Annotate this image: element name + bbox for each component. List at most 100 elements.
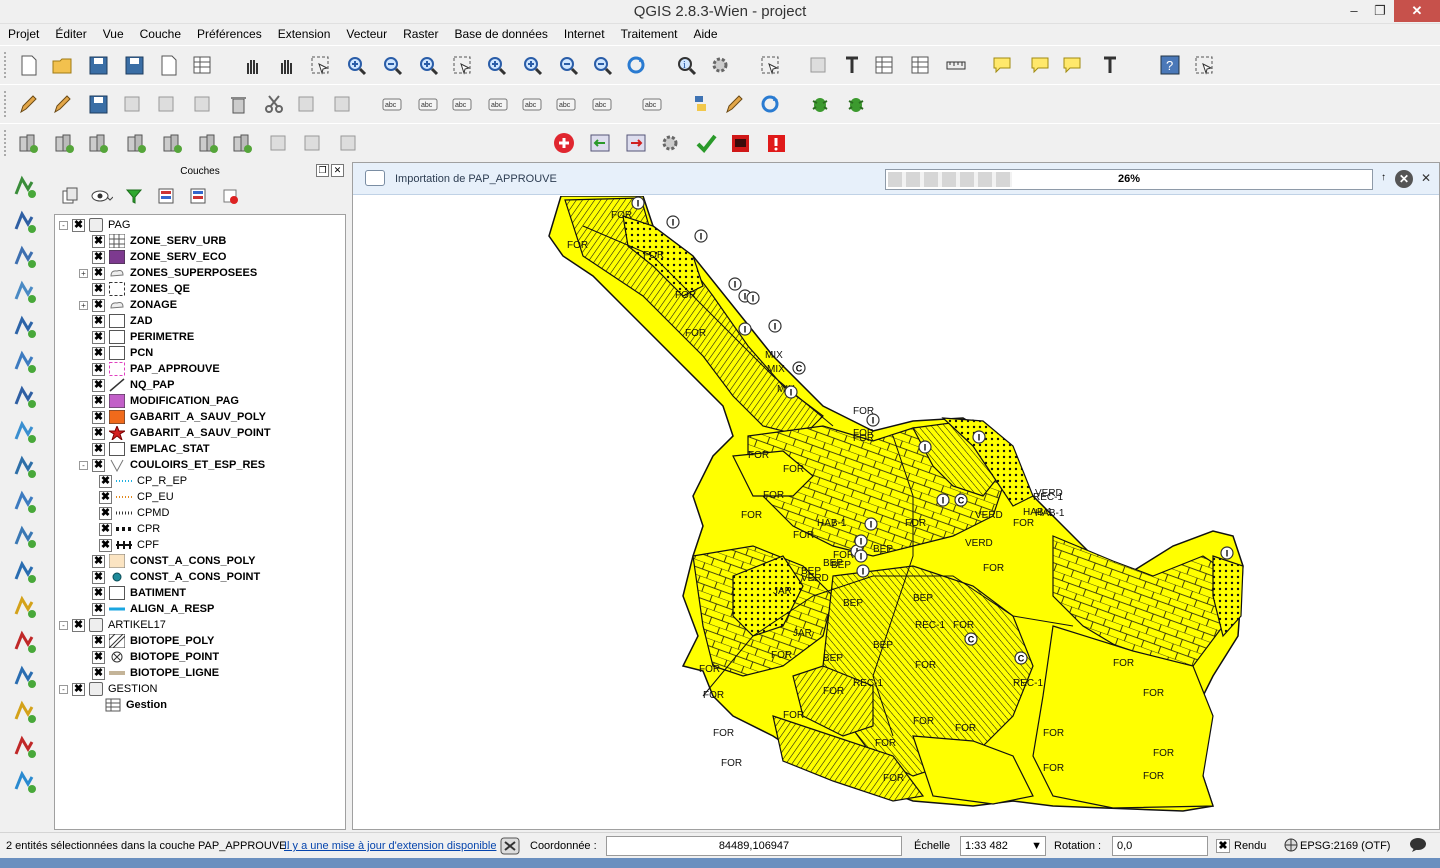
layer-visibility-checkbox[interactable]: ✖: [92, 602, 105, 616]
expand-toggle-icon[interactable]: -: [59, 684, 68, 694]
undo-redo-icon[interactable]: [756, 90, 784, 118]
layer-item[interactable]: ✖ ALIGN_A_RESP: [79, 601, 214, 617]
layer-visibility-checkbox[interactable]: ✖: [92, 650, 105, 664]
add-wms-layer-icon[interactable]: [10, 417, 40, 447]
poi-marker[interactable]: I: [936, 493, 950, 507]
add-vector-layer-icon[interactable]: [10, 172, 40, 202]
poi-marker[interactable]: C: [954, 493, 968, 507]
rotation-spinbox[interactable]: 0,0: [1112, 836, 1208, 856]
layer-item[interactable]: ✖ GABARIT_A_SAUV_POINT: [79, 425, 271, 441]
layer-group[interactable]: - ✖ PAG: [59, 217, 130, 233]
layer-visibility-checkbox[interactable]: ✖: [92, 410, 105, 424]
coordinate-field[interactable]: 84489,106947: [606, 836, 902, 856]
layer-visibility-checkbox[interactable]: ✖: [92, 266, 105, 280]
poi-marker[interactable]: I: [631, 196, 645, 210]
poi-marker[interactable]: I: [918, 440, 932, 454]
poi-marker[interactable]: I: [864, 517, 878, 531]
layer-visibility-checkbox[interactable]: ✖: [99, 522, 112, 536]
layer-item[interactable]: ✖ CPMD: [99, 505, 169, 521]
add-group-icon[interactable]: [56, 182, 84, 210]
new-print-composer-icon[interactable]: [154, 51, 182, 79]
poi-marker[interactable]: I: [854, 534, 868, 548]
zoom-to-selection-icon[interactable]: [482, 51, 510, 79]
layer-visibility-checkbox[interactable]: ✖: [99, 474, 112, 488]
menu-item-2[interactable]: Vue: [95, 24, 132, 44]
add-postgis-layer-icon[interactable]: [10, 242, 40, 272]
node-graph-icon[interactable]: [10, 662, 40, 692]
layer-item[interactable]: ✖ BIOTOPE_LIGNE: [79, 665, 219, 681]
processing-toolbox-icon[interactable]: [720, 90, 748, 118]
whats-this-icon[interactable]: [1190, 51, 1218, 79]
layer-item[interactable]: ✖ ZONE_SERV_ECO: [79, 249, 226, 265]
expand-toggle-icon[interactable]: +: [79, 300, 88, 310]
layer-item[interactable]: ✖ MODIFICATION_PAG: [79, 393, 239, 409]
zoom-selection-icon[interactable]: [306, 51, 334, 79]
layer-visibility-checkbox[interactable]: ✖: [99, 538, 112, 552]
poi-marker[interactable]: I: [854, 549, 868, 563]
layer-visibility-checkbox[interactable]: ✖: [92, 234, 105, 248]
layer-item[interactable]: ✖ ZAD: [79, 313, 153, 329]
layer-visibility-checkbox[interactable]: ✖: [72, 218, 85, 232]
show-hide-labels-icon[interactable]: abc: [484, 90, 512, 118]
poi-marker[interactable]: C: [964, 632, 978, 646]
menu-item-11[interactable]: Aide: [685, 24, 725, 44]
layer-tool-10-icon[interactable]: [334, 129, 362, 157]
layer-visibility-checkbox[interactable]: ✖: [92, 570, 105, 584]
menu-item-5[interactable]: Extension: [270, 24, 339, 44]
parcel-zone-north[interactable]: [564, 197, 824, 437]
layer-visibility-checkbox[interactable]: ✖: [92, 442, 105, 456]
open-project-icon[interactable]: [48, 51, 76, 79]
layer-item[interactable]: ✖ CONST_A_CONS_POLY: [79, 553, 256, 569]
layer-visibility-checkbox[interactable]: ✖: [92, 666, 105, 680]
new-bookmark-icon[interactable]: [1026, 51, 1054, 79]
add-raster-layer-icon[interactable]: [10, 207, 40, 237]
poi-marker[interactable]: I: [728, 277, 742, 291]
remove-layer-icon[interactable]: [216, 182, 244, 210]
new-spatialite-icon[interactable]: [10, 592, 40, 622]
menu-item-8[interactable]: Base de données: [446, 24, 555, 44]
add-delimited-text-icon[interactable]: [10, 522, 40, 552]
python-console-icon[interactable]: [686, 90, 714, 118]
zoom-actual-size-icon[interactable]: [414, 51, 442, 79]
move-feature-icon[interactable]: [152, 90, 180, 118]
expand-toggle-icon[interactable]: -: [59, 620, 68, 630]
poi-marker[interactable]: I: [1220, 546, 1234, 560]
menu-item-1[interactable]: Éditer: [47, 24, 94, 44]
layer-visibility-checkbox[interactable]: ✖: [92, 314, 105, 328]
georeferencer-icon[interactable]: [10, 767, 40, 797]
label-highlight-icon[interactable]: abc: [414, 90, 442, 118]
expand-toggle-icon[interactable]: -: [59, 220, 68, 230]
layer-item[interactable]: ✖ CP_EU: [99, 489, 174, 505]
attribute-table-icon[interactable]: [870, 51, 898, 79]
restore-button[interactable]: ❐: [1366, 0, 1394, 22]
layer-visibility-checkbox[interactable]: ✖: [92, 362, 105, 376]
zoom-out-icon[interactable]: [378, 51, 406, 79]
layer-visibility-checkbox[interactable]: ✖: [92, 330, 105, 344]
add-oracle-layer-icon[interactable]: [10, 347, 40, 377]
zoom-full-icon[interactable]: [448, 51, 476, 79]
menu-item-0[interactable]: Projet: [0, 24, 47, 44]
pan-to-selection-icon[interactable]: [272, 51, 300, 79]
layer-item[interactable]: ✖ ZONE_SERV_URB: [79, 233, 226, 249]
add-entity-icon[interactable]: [550, 129, 578, 157]
menu-item-10[interactable]: Traitement: [613, 24, 686, 44]
menu-item-7[interactable]: Raster: [395, 24, 446, 44]
float-panel-button[interactable]: ❐: [316, 164, 329, 177]
layer-item[interactable]: ✖ CPR: [99, 521, 160, 537]
add-feature-icon[interactable]: [118, 90, 146, 118]
layer-visibility-checkbox[interactable]: ✖: [92, 346, 105, 360]
run-action-icon[interactable]: [706, 51, 734, 79]
warning-icon[interactable]: [762, 129, 790, 157]
save-layer-edits-icon[interactable]: [84, 90, 112, 118]
layer-visibility-checkbox[interactable]: ✖: [72, 618, 85, 632]
plugin-update-link[interactable]: Il y a une mise à jour d'extension dispo…: [284, 840, 496, 852]
layer-tool-7-icon[interactable]: [228, 129, 256, 157]
layer-item[interactable]: Gestion: [79, 697, 167, 713]
new-project-icon[interactable]: [14, 51, 42, 79]
move-label-icon[interactable]: abc: [518, 90, 546, 118]
change-label-icon[interactable]: abc: [588, 90, 616, 118]
menu-item-9[interactable]: Internet: [556, 24, 613, 44]
layer-group[interactable]: - ✖ GESTION: [59, 681, 158, 697]
toggle-editing-icon[interactable]: [14, 90, 42, 118]
layer-visibility-checkbox[interactable]: ✖: [99, 490, 112, 504]
